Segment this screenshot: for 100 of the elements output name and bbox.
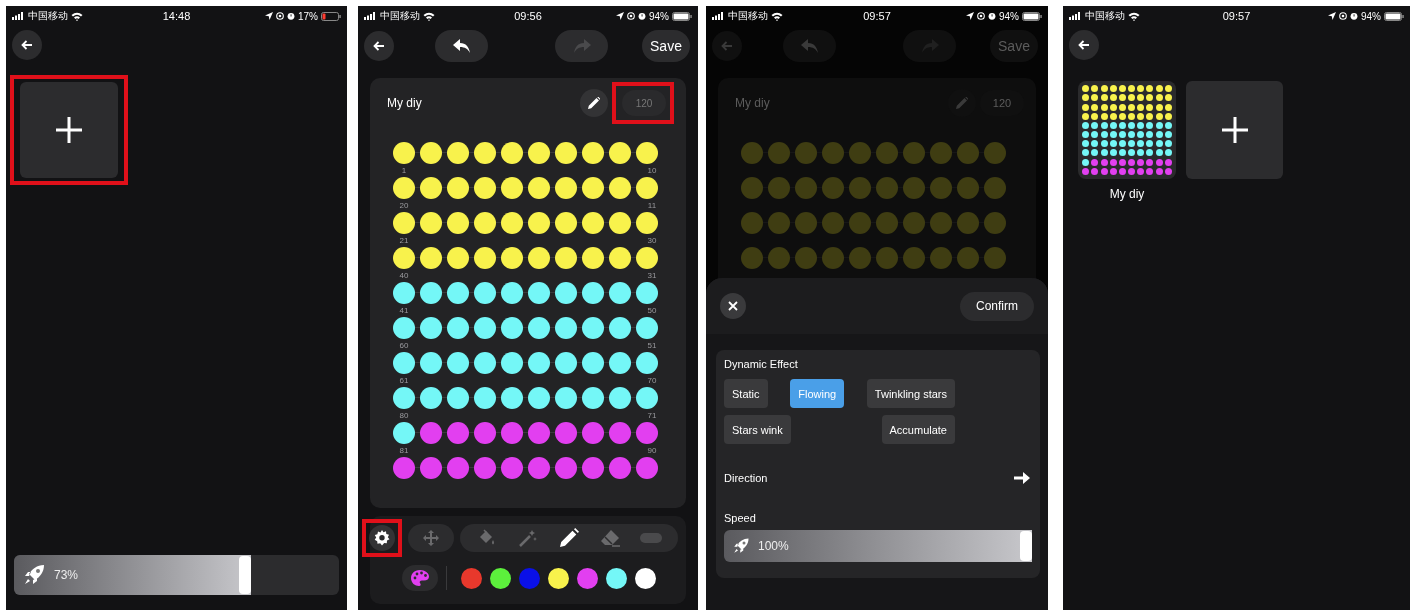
led-dot[interactable]	[609, 247, 631, 269]
led-dot[interactable]	[822, 142, 844, 164]
right-arrow-icon[interactable]	[1014, 472, 1030, 484]
led-dot[interactable]	[528, 387, 550, 409]
led-dot[interactable]	[636, 212, 658, 234]
led-dot[interactable]	[609, 212, 631, 234]
led-dot[interactable]	[555, 177, 577, 199]
color-swatch[interactable]	[548, 567, 569, 589]
led-dot[interactable]	[528, 177, 550, 199]
led-dot[interactable]	[420, 352, 442, 374]
led-dot[interactable]	[957, 212, 979, 234]
led-dot[interactable]	[393, 142, 415, 164]
led-dot[interactable]	[741, 177, 763, 199]
led-dot[interactable]	[903, 142, 925, 164]
led-dot[interactable]	[609, 282, 631, 304]
led-dot[interactable]	[849, 212, 871, 234]
led-dot[interactable]	[528, 352, 550, 374]
led-dot[interactable]	[447, 317, 469, 339]
led-dot[interactable]	[636, 142, 658, 164]
led-dot[interactable]	[741, 212, 763, 234]
confirm-button[interactable]: Confirm	[960, 291, 1034, 321]
led-dot[interactable]	[447, 142, 469, 164]
led-dot[interactable]	[984, 247, 1006, 269]
color-swatch[interactable]	[577, 567, 598, 589]
led-dot[interactable]	[636, 387, 658, 409]
led-dot[interactable]	[420, 212, 442, 234]
led-dot[interactable]	[501, 457, 523, 479]
led-dot[interactable]	[420, 387, 442, 409]
led-dot[interactable]	[795, 177, 817, 199]
led-dot[interactable]	[555, 142, 577, 164]
led-dot[interactable]	[474, 282, 496, 304]
save-button[interactable]: Save	[642, 30, 690, 62]
led-dot[interactable]	[609, 142, 631, 164]
effect-option[interactable]: Twinkling stars	[866, 379, 955, 408]
led-dot[interactable]	[501, 212, 523, 234]
led-dot[interactable]	[768, 247, 790, 269]
led-dot[interactable]	[528, 422, 550, 444]
led-dot[interactable]	[393, 177, 415, 199]
led-dot[interactable]	[555, 247, 577, 269]
led-dot[interactable]	[420, 247, 442, 269]
led-dot[interactable]	[582, 387, 604, 409]
add-pattern-button[interactable]	[1186, 81, 1283, 179]
led-dot[interactable]	[501, 387, 523, 409]
settings-button[interactable]	[369, 525, 395, 551]
led-dot[interactable]	[903, 177, 925, 199]
led-dot[interactable]	[957, 247, 979, 269]
led-dot[interactable]	[582, 422, 604, 444]
led-dot[interactable]	[582, 457, 604, 479]
led-dot[interactable]	[555, 387, 577, 409]
speed-slider[interactable]: 100%	[724, 530, 1032, 562]
led-dot[interactable]	[528, 142, 550, 164]
led-dot[interactable]	[822, 212, 844, 234]
led-dot[interactable]	[420, 422, 442, 444]
led-dot[interactable]	[795, 142, 817, 164]
led-dot[interactable]	[930, 177, 952, 199]
led-dot[interactable]	[768, 142, 790, 164]
led-dot[interactable]	[393, 212, 415, 234]
led-dot[interactable]	[393, 457, 415, 479]
speed-slider[interactable]: 73%	[14, 555, 339, 595]
led-dot[interactable]	[984, 142, 1006, 164]
led-dot[interactable]	[501, 282, 523, 304]
led-dot[interactable]	[849, 142, 871, 164]
led-dot[interactable]	[930, 247, 952, 269]
led-dot[interactable]	[474, 352, 496, 374]
led-dot[interactable]	[420, 177, 442, 199]
close-button[interactable]	[720, 293, 746, 319]
led-dot[interactable]	[636, 282, 658, 304]
undo-button[interactable]	[435, 30, 488, 62]
slider-thumb[interactable]	[239, 556, 252, 594]
led-dot[interactable]	[636, 177, 658, 199]
led-dot[interactable]	[609, 352, 631, 374]
led-dot[interactable]	[393, 422, 415, 444]
back-button[interactable]	[1069, 30, 1099, 60]
led-dot[interactable]	[822, 247, 844, 269]
led-dot[interactable]	[393, 352, 415, 374]
led-dot[interactable]	[795, 247, 817, 269]
led-dot[interactable]	[636, 317, 658, 339]
led-dot[interactable]	[957, 177, 979, 199]
led-dot[interactable]	[582, 142, 604, 164]
led-dot[interactable]	[822, 177, 844, 199]
led-dot[interactable]	[609, 387, 631, 409]
led-dot[interactable]	[555, 422, 577, 444]
effect-option[interactable]: Stars wink	[724, 415, 791, 444]
led-dot[interactable]	[501, 422, 523, 444]
led-dot[interactable]	[447, 422, 469, 444]
led-dot[interactable]	[528, 212, 550, 234]
led-dot[interactable]	[582, 317, 604, 339]
led-dot[interactable]	[474, 247, 496, 269]
led-dot[interactable]	[582, 177, 604, 199]
led-dot[interactable]	[528, 457, 550, 479]
back-button[interactable]	[364, 31, 394, 61]
led-dot[interactable]	[501, 142, 523, 164]
led-dot[interactable]	[609, 457, 631, 479]
led-dot[interactable]	[474, 317, 496, 339]
led-dot[interactable]	[582, 212, 604, 234]
led-dot[interactable]	[957, 142, 979, 164]
led-dot[interactable]	[741, 142, 763, 164]
led-dot[interactable]	[528, 282, 550, 304]
led-dot[interactable]	[903, 247, 925, 269]
led-dot[interactable]	[636, 457, 658, 479]
